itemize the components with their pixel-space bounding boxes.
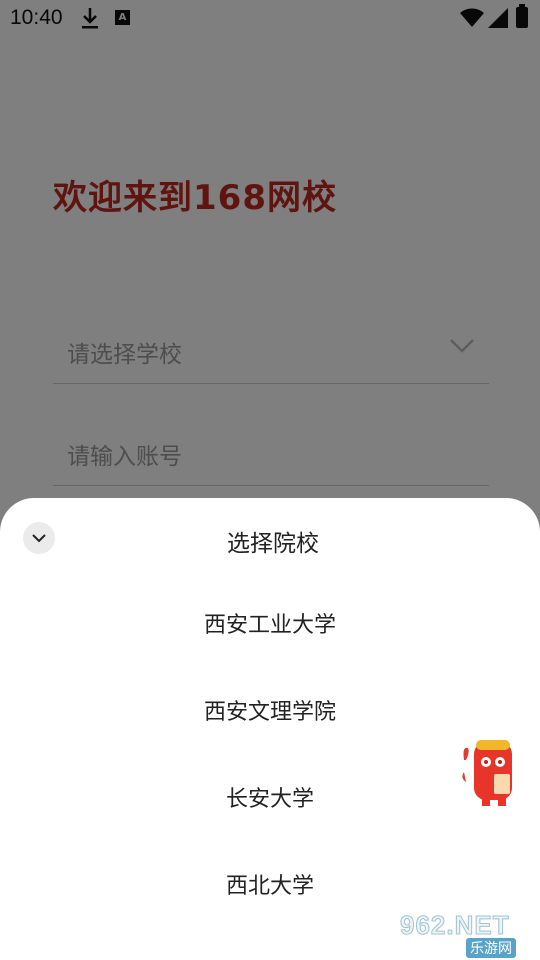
school-option[interactable]: 西安工业大学 <box>0 606 540 646</box>
watermark-main: 962.NET <box>400 910 510 941</box>
school-option[interactable]: 西安文理学院 <box>0 693 540 733</box>
red-packet-mascot-icon[interactable] <box>458 738 518 808</box>
sheet-title: 选择院校 <box>227 531 319 557</box>
school-option[interactable]: 西北大学 <box>0 867 540 907</box>
watermark-sub: 乐游网 <box>466 938 516 958</box>
watermark-logo: 962.NET 乐游网 <box>400 910 538 958</box>
school-picker-sheet: 选择院校 西安工业大学 西安文理学院 长安大学 西北大学 <box>0 498 540 960</box>
